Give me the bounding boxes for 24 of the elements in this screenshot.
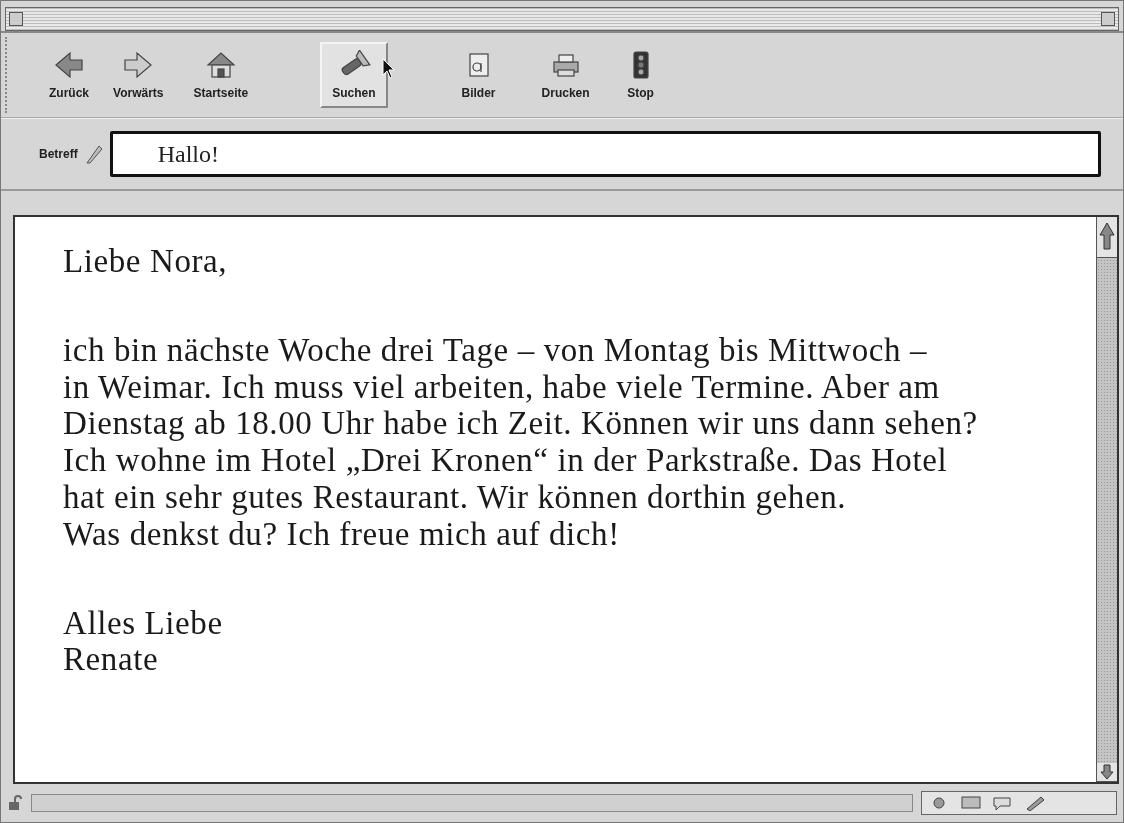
quill-icon	[83, 143, 104, 165]
mouse-cursor-icon	[382, 58, 397, 80]
pen-icon[interactable]	[1024, 795, 1046, 811]
toolbar-button[interactable]: Vorwärts	[101, 42, 176, 108]
toolbar-button[interactable]: Startseite	[181, 42, 261, 108]
toolbar-button[interactable]: Drucken	[529, 42, 602, 108]
toolbar-button[interactable]: Suchen	[320, 42, 388, 108]
subject-label: Betreff	[39, 147, 78, 161]
letter-paragraph: Liebe Nora,	[63, 243, 229, 280]
speech-bubble-icon[interactable]	[992, 795, 1014, 811]
scroll-up-icon[interactable]	[1097, 217, 1117, 258]
padlock-icon	[7, 795, 23, 811]
toolbar-button[interactable]: Zurück	[37, 42, 101, 108]
toolbar-button[interactable]: Stop	[611, 42, 670, 108]
zoom-box[interactable]	[1101, 12, 1115, 26]
monitor-icon[interactable]	[960, 795, 982, 811]
scroll-down-icon[interactable]	[1097, 763, 1117, 782]
house-icon	[203, 50, 238, 80]
subject-field[interactable]: Hallo!	[109, 131, 1101, 177]
letter-paragraph: Alles Liebe Renate	[63, 604, 224, 679]
close-box[interactable]	[9, 12, 23, 26]
scrollbar[interactable]	[1096, 217, 1117, 782]
letter-paragraph: ich bin nächste Woche drei Tage – von Montag bis Mittwoch – in Weimar. Ich muss viel arbeiten, habe viele Termine. Aber am Dienstag ab 18.00 Uhr habe ich Zeit. Können wir uns dann sehen? Ich wohne im Hotel „Drei Kronen“ in der Parkstraße. Das Hotel hat ein sehr gutes Restaurant. Wir können dorthin gehen. Was denkst du? Ich freue mich auf dich!	[63, 331, 979, 553]
toolbar-button[interactable]: Bilder	[449, 42, 508, 108]
